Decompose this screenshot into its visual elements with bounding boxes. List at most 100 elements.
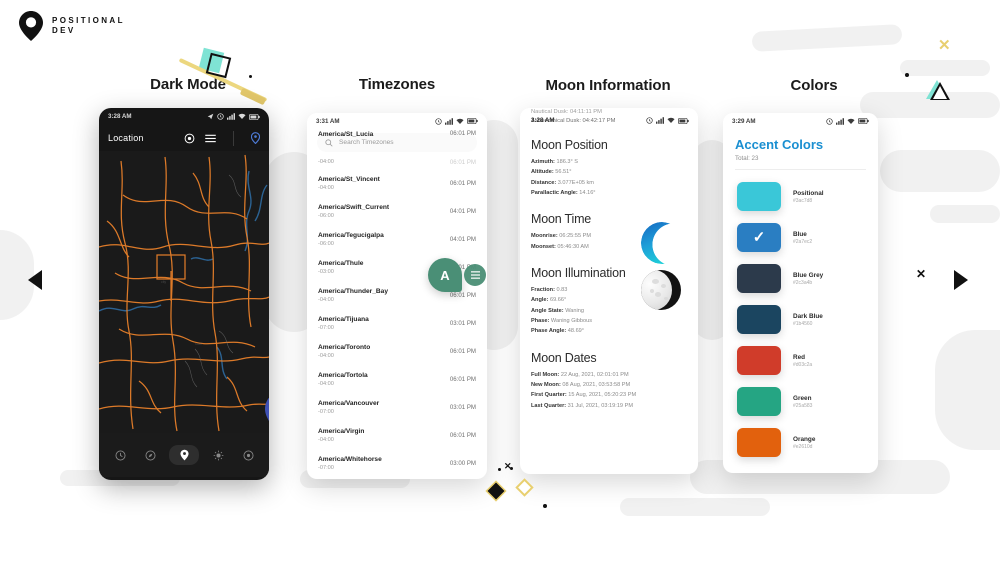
moon-data-label: Moonrise: — [531, 233, 558, 240]
phone-moon-information[interactable]: Nautical Dusk: 04:11:11 PM Astronomical … — [520, 108, 698, 474]
wifi-icon — [847, 118, 855, 124]
pin-icon[interactable] — [251, 132, 260, 144]
timezone-list-item[interactable]: America/Vancouver -07:00 03:01 PM — [307, 393, 487, 421]
moon-section: Moon Time Moonrise: 06:25:55 PM Moonset: 0… — [531, 212, 687, 268]
color-swatch[interactable] — [737, 428, 781, 457]
nav-item-clock[interactable] — [109, 446, 131, 464]
color-list-item[interactable]: Green #25a583 — [723, 381, 878, 422]
color-list-item[interactable]: Blue Grey #2c3a4b — [723, 258, 878, 299]
moon-crater — [661, 284, 666, 289]
timezone-list-item[interactable]: America/St_Vincent -04:00 06:01 PM — [307, 169, 487, 197]
color-swatch[interactable] — [737, 182, 781, 211]
timezone-time-ghost: 06:01 PM — [449, 158, 476, 166]
color-swatch[interactable] — [737, 305, 781, 334]
color-list-item[interactable]: Orange #e2610d — [723, 422, 878, 463]
svg-text:road: road — [195, 342, 202, 346]
color-hex: #3ac7d8 — [793, 198, 813, 205]
moon-data-row: Distance: 3.077E+05 km — [531, 178, 687, 188]
timezone-name: America/Tortola — [318, 372, 368, 380]
color-list-item[interactable]: ✓ Blue #2a7ec2 — [723, 217, 878, 258]
timezone-name: America/Swift_Current — [318, 204, 390, 212]
background-brush — [620, 498, 770, 516]
map-pin-icon — [18, 10, 44, 42]
decor-dot — [510, 467, 513, 470]
color-list-item[interactable]: Positional #3ac7d8 — [723, 176, 878, 217]
timezone-list[interactable]: America/St_Vincent -04:00 06:01 PM America/… — [307, 169, 487, 479]
status-icon-group — [435, 117, 478, 125]
map-canvas[interactable]: road city ^ — [99, 151, 269, 433]
panel-title-colors: Colors — [790, 77, 838, 94]
phone-dark-mode[interactable]: 3:28 AM Location road city — [99, 108, 269, 480]
color-swatch[interactable] — [737, 346, 781, 375]
timezone-offset: -04:00 — [318, 380, 334, 387]
nav-item-compass[interactable] — [139, 446, 161, 464]
alarm-icon — [826, 117, 833, 125]
moon-data-row: Parallactic Angle: 14.16° — [531, 188, 687, 198]
timezone-name: America/Tegucigalpa — [318, 232, 384, 240]
map-marker[interactable] — [263, 389, 269, 433]
timezone-list-item[interactable]: America/Tegucigalpa -06:00 04:01 PM — [307, 225, 487, 253]
timezone-list-item[interactable]: America/Whitehorse -07:00 03:00 PM — [307, 449, 487, 477]
timezone-list-item[interactable]: America/Virgin -04:00 06:01 PM — [307, 421, 487, 449]
timezone-name: America/Vancouver — [318, 400, 380, 408]
menu-icon[interactable] — [205, 134, 216, 143]
color-swatch[interactable] — [737, 264, 781, 293]
moon-section-rows: Azimuth: 186.3° S Altitude: 56.51° Distanc… — [531, 157, 687, 198]
moon-data-row: Altitude: 56.51° — [531, 167, 687, 177]
panel-title-dark-mode: Dark Mode — [150, 76, 226, 93]
check-icon: ✓ — [752, 229, 766, 246]
background-brush — [860, 92, 1000, 118]
timezone-fab-letter[interactable]: A — [428, 258, 462, 292]
timezone-time: 03:00 PM — [449, 459, 476, 467]
prev-arrow-button[interactable] — [28, 270, 42, 290]
nav-item-settings[interactable] — [237, 446, 259, 464]
color-list-item[interactable]: Dark Blue #1b4560 — [723, 299, 878, 340]
bottom-navigation[interactable] — [99, 433, 269, 477]
phone-timezones[interactable]: 3:31 AM America/St_Lucia 06:01 PM Search… — [307, 113, 487, 479]
timezone-name: America/Thunder_Bay — [318, 288, 388, 296]
list-icon — [470, 271, 480, 279]
moon-data-value: 14.16° — [577, 190, 596, 197]
moon-data-value: 06:25:55 PM — [557, 233, 592, 240]
timezone-list-item[interactable]: America/Swift_Current -06:00 04:01 PM — [307, 197, 487, 225]
timezone-name: America/Virgin — [318, 428, 365, 436]
timezone-list-item[interactable]: America/Tortola -04:00 06:01 PM — [307, 365, 487, 393]
timezone-list-item[interactable]: America/Toronto -04:00 06:01 PM — [307, 337, 487, 365]
color-hex: #1b4560 — [793, 321, 813, 328]
moon-data-value: 56.51° — [553, 169, 572, 176]
status-time: 3:28 AM — [531, 117, 555, 124]
next-arrow-button[interactable] — [954, 270, 968, 290]
color-swatch[interactable] — [737, 387, 781, 416]
background-brush — [880, 150, 1000, 192]
timezone-row-partial[interactable]: America/St_Lucia 06:01 PM — [307, 129, 487, 140]
wifi-icon — [667, 117, 675, 124]
color-name: Green — [793, 394, 812, 402]
timezone-fab-secondary[interactable] — [464, 264, 486, 286]
nav-item-location[interactable] — [169, 445, 199, 465]
moon-data-value: 15 Aug, 2021, 05:20:23 PM — [566, 392, 637, 399]
color-hex: #d03c2a — [793, 362, 813, 369]
moon-data-value: Waning Gibbous — [549, 318, 593, 325]
decor-diamond-filled — [487, 482, 505, 500]
timezone-offset: -04:00 — [318, 296, 334, 303]
color-name: Red — [793, 353, 806, 361]
timezone-time: 06:01 PM — [449, 375, 476, 383]
timezone-time: 06:01 PM — [449, 291, 476, 299]
status-icon-group — [207, 113, 260, 120]
target-icon[interactable] — [184, 133, 195, 144]
timezone-row-offset-partial: -04:00 06:01 PM — [307, 155, 487, 169]
timezone-list-item[interactable]: America/Tijuana -07:00 03:01 PM — [307, 309, 487, 337]
timezone-name: America/Thule — [318, 260, 364, 268]
nav-item-sun[interactable] — [207, 446, 229, 464]
color-swatch[interactable]: ✓ — [737, 223, 781, 252]
moon-section-heading: Moon Position — [531, 138, 608, 152]
color-list[interactable]: Positional #3ac7d8 ✓ Blue #2a7ec2 Blue Grey #2… — [723, 176, 878, 463]
timezone-offset: -04:00 — [318, 436, 334, 443]
color-name: Dark Blue — [793, 312, 823, 320]
color-list-item[interactable]: Red #d03c2a — [723, 340, 878, 381]
page-title: Accent Colors — [735, 137, 824, 152]
divider — [735, 169, 866, 170]
moon-data-value: 05:46:30 AM — [555, 243, 589, 250]
app-bar-actions[interactable] — [184, 130, 260, 146]
phone-accent-colors[interactable]: 3:29 AM Accent Colors Total: 23 Position… — [723, 113, 878, 473]
